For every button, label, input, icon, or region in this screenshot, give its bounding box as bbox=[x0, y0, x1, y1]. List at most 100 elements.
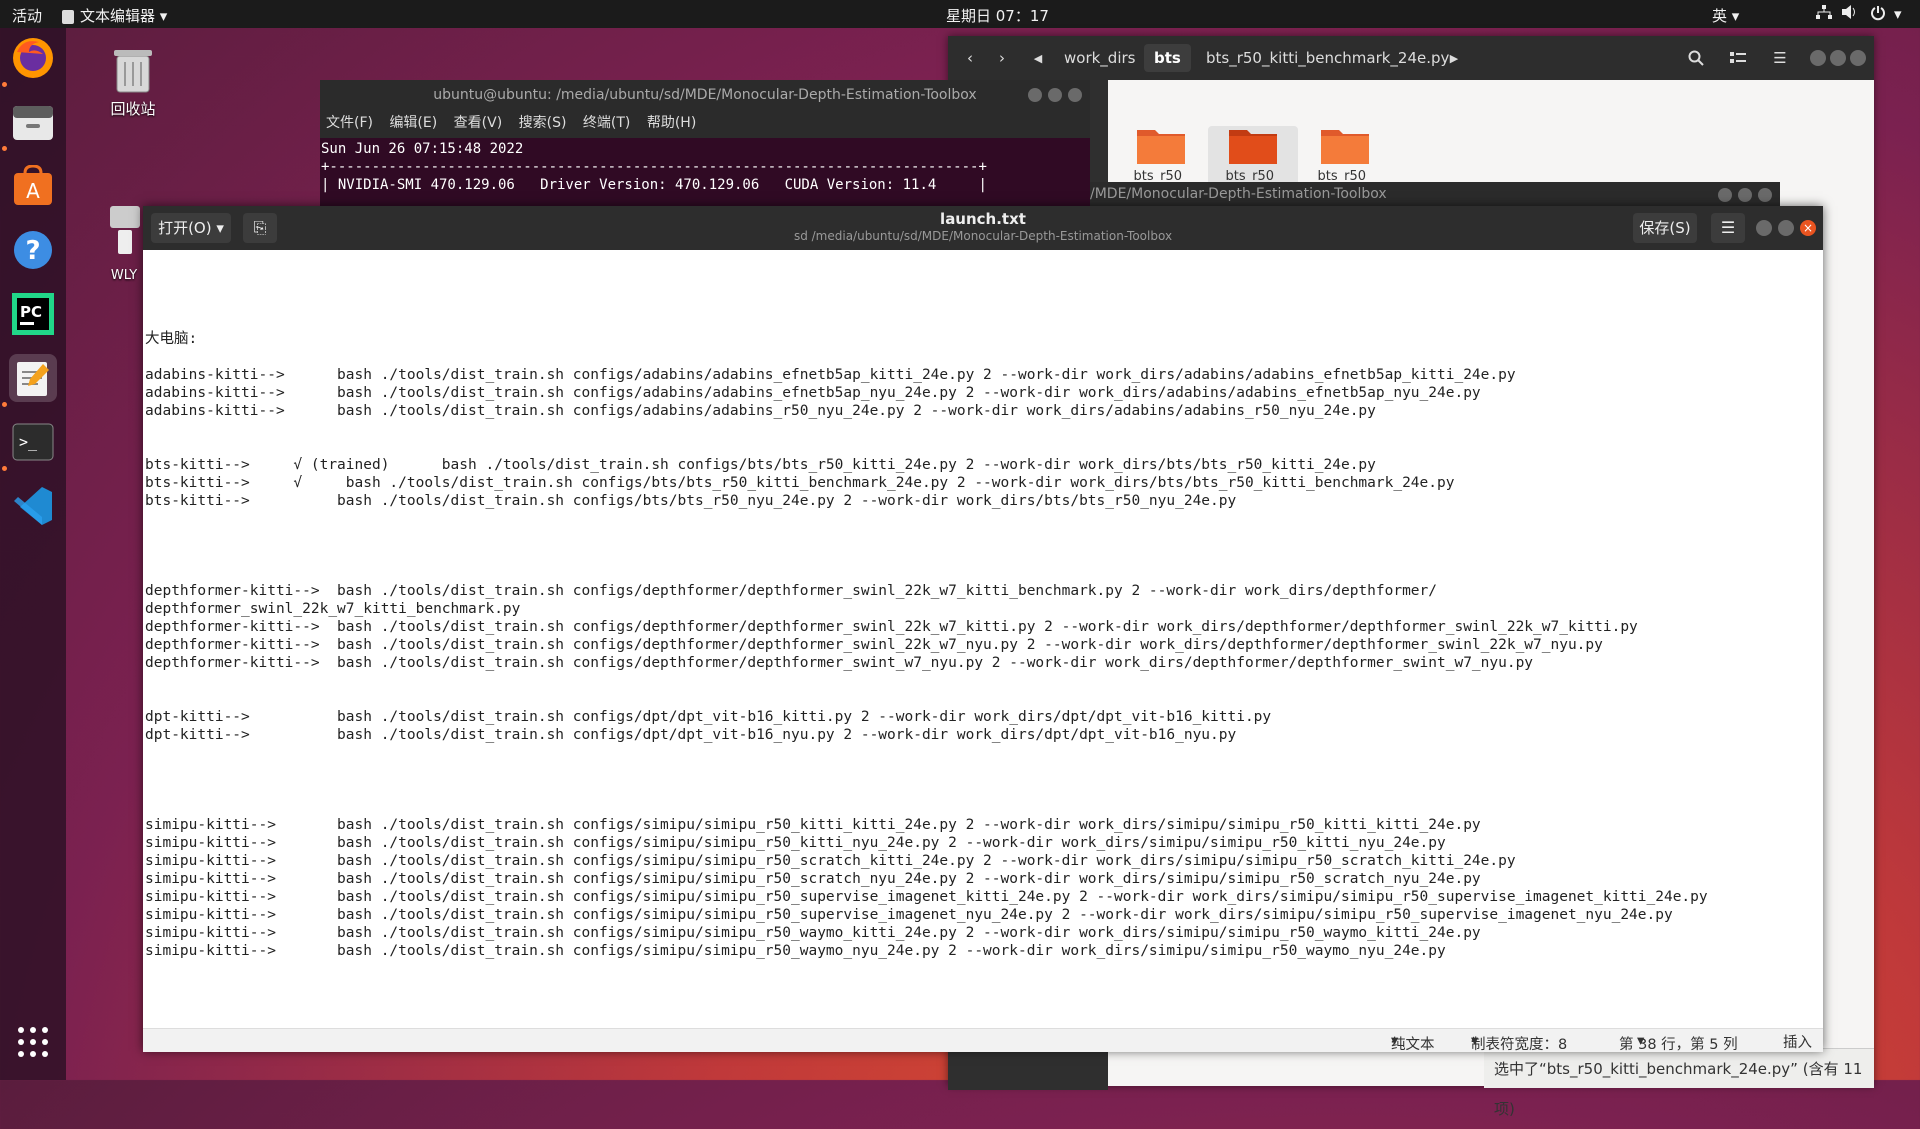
power-icon[interactable] bbox=[1870, 5, 1886, 25]
maximize-button[interactable] bbox=[1830, 50, 1846, 66]
text-editor-content[interactable]: 大电脑: adabins-kitti--> bash ./tools/dist_t… bbox=[145, 250, 1821, 1028]
breadcrumb-scroll-right[interactable]: ▶ bbox=[1446, 44, 1462, 72]
app-menu[interactable]: 文本编辑器 ▾ bbox=[62, 5, 167, 26]
desktop-usb-drive[interactable]: WLY bbox=[104, 204, 144, 283]
menu-edit[interactable]: 编辑(E) bbox=[389, 115, 437, 131]
editor-line: bts-kitti--> √ bash ./tools/dist_train.s… bbox=[145, 475, 1455, 491]
selection-status: 选中了“bts_r50_kitti_benchmark_24e.py” (含有 … bbox=[1484, 1048, 1874, 1118]
editor-line: bts-kitti--> bash ./tools/dist_train.sh … bbox=[145, 493, 1237, 509]
editor-line: simipu-kitti--> bash ./tools/dist_train.… bbox=[145, 853, 1516, 869]
editor-line: adabins-kitti--> bash ./tools/dist_train… bbox=[145, 385, 1481, 401]
editor-line: simipu-kitti--> bash ./tools/dist_train.… bbox=[145, 835, 1446, 851]
minimize-button[interactable] bbox=[1756, 220, 1772, 236]
breadcrumb-scroll-left[interactable]: ◀ bbox=[1030, 44, 1046, 72]
text-editor-icon[interactable] bbox=[9, 354, 57, 402]
terminal-output[interactable]: Sun Jun 26 07:15:48 2022 +---------------… bbox=[321, 140, 987, 194]
svg-text:>_: >_ bbox=[19, 433, 38, 451]
menu-file[interactable]: 文件(F) bbox=[326, 115, 373, 131]
back-button[interactable]: ‹ bbox=[958, 44, 982, 72]
files-icon[interactable] bbox=[9, 98, 57, 146]
editor-line: 大电脑: bbox=[145, 331, 198, 347]
document-path: sd /media/ubuntu/sd/MDE/Monocular-Depth-… bbox=[793, 229, 1173, 243]
minimize-button[interactable] bbox=[1810, 50, 1826, 66]
save-button[interactable]: 保存(S) bbox=[1633, 213, 1697, 243]
close-button[interactable]: × bbox=[1800, 220, 1816, 236]
maximize-button[interactable] bbox=[1778, 220, 1794, 236]
chevron-down-icon: ▾ bbox=[1637, 1033, 1645, 1049]
chevron-down-icon: ▾ bbox=[159, 7, 168, 25]
editor-line: depthformer-kitti--> bash ./tools/dist_t… bbox=[145, 583, 1438, 599]
view-options-button[interactable] bbox=[1722, 44, 1754, 72]
text-editor-small-icon bbox=[62, 9, 74, 24]
file-manager-headerbar: ‹ › ◀ work_dirs bts bts_r50_kitti_benchm… bbox=[948, 36, 1874, 80]
editor-line: dpt-kitti--> bash ./tools/dist_train.sh … bbox=[145, 709, 1272, 725]
software-icon[interactable]: A bbox=[9, 162, 57, 210]
forward-button[interactable]: › bbox=[990, 44, 1014, 72]
maximize-button[interactable] bbox=[1738, 188, 1752, 202]
triangle-left-icon: ◀ bbox=[1033, 51, 1043, 65]
editor-line: simipu-kitti--> bash ./tools/dist_train.… bbox=[145, 889, 1708, 905]
menu-view[interactable]: 查看(V) bbox=[454, 115, 503, 131]
vscode-icon[interactable] bbox=[9, 482, 57, 530]
close-icon: × bbox=[1802, 221, 1814, 235]
running-indicator bbox=[2, 146, 7, 151]
list-view-icon bbox=[1730, 52, 1746, 63]
show-applications-icon[interactable] bbox=[9, 1018, 57, 1066]
breadcrumb-current-folder[interactable]: bts_r50_kitti_benchmark_24e.py bbox=[1196, 44, 1459, 72]
chevron-down-icon: ▾ bbox=[1731, 7, 1740, 25]
terminal-line: Sun Jun 26 07:15:48 2022 bbox=[321, 141, 524, 157]
search-icon bbox=[1688, 50, 1704, 66]
search-button[interactable] bbox=[1682, 44, 1710, 72]
clock[interactable]: 星期日 07：17 bbox=[946, 5, 1049, 26]
network-icon[interactable] bbox=[1816, 5, 1832, 23]
terminal-icon[interactable]: >_ bbox=[9, 418, 57, 466]
editor-line: depthformer-kitti--> bash ./tools/dist_t… bbox=[145, 619, 1638, 635]
volume-icon[interactable] bbox=[1842, 5, 1858, 23]
input-method-indicator[interactable]: 英 ▾ bbox=[1712, 5, 1739, 26]
insert-mode-indicator[interactable]: 插入 bbox=[1783, 1031, 1812, 1052]
close-button[interactable] bbox=[1068, 88, 1082, 102]
app-menu-label: 文本编辑器 bbox=[80, 7, 156, 25]
menu-button[interactable]: ☰ bbox=[1711, 213, 1745, 243]
breadcrumb-bts[interactable]: bts bbox=[1144, 44, 1191, 72]
trash-icon bbox=[114, 50, 152, 93]
maximize-button[interactable] bbox=[1048, 88, 1062, 102]
top-bar: 活动 文本编辑器 ▾ 星期日 07：17 英 ▾ ▾ bbox=[0, 0, 1920, 28]
svg-text:?: ? bbox=[25, 236, 40, 266]
activities-button[interactable]: 活动 bbox=[12, 5, 42, 26]
chevron-down-icon[interactable]: ▾ bbox=[1894, 5, 1902, 23]
triangle-right-icon: ▶ bbox=[1449, 51, 1459, 65]
close-button[interactable] bbox=[1850, 50, 1866, 66]
running-indicator bbox=[2, 466, 7, 471]
folder-icon bbox=[1229, 126, 1277, 164]
chevron-down-icon: ▾ bbox=[1471, 1033, 1479, 1049]
editor-line: simipu-kitti--> bash ./tools/dist_train.… bbox=[145, 907, 1673, 923]
minimize-button[interactable] bbox=[1718, 188, 1732, 202]
menu-search[interactable]: 搜索(S) bbox=[519, 115, 567, 131]
terminal-titlebar: ubuntu@ubuntu: /media/ubuntu/sd/MDE/Mono… bbox=[320, 80, 1090, 112]
menu-terminal[interactable]: 终端(T) bbox=[583, 115, 630, 131]
desktop-trash[interactable]: 回收站 bbox=[100, 44, 166, 119]
editor-line: simipu-kitti--> bash ./tools/dist_train.… bbox=[145, 943, 1446, 959]
help-icon[interactable]: ? bbox=[9, 226, 57, 274]
menu-button[interactable]: ☰ bbox=[1764, 44, 1796, 72]
folder-icon bbox=[1137, 126, 1185, 164]
folder-icon bbox=[1321, 126, 1369, 164]
usb-drive-label: WLY bbox=[110, 268, 138, 283]
chevron-down-icon: ▾ bbox=[1391, 1033, 1399, 1049]
editor-line: adabins-kitti--> bash ./tools/dist_train… bbox=[145, 367, 1516, 383]
chevron-right-icon: › bbox=[999, 49, 1005, 67]
close-button[interactable] bbox=[1758, 188, 1772, 202]
usb-drive-icon bbox=[110, 206, 140, 254]
firefox-icon[interactable] bbox=[9, 34, 57, 82]
running-indicator bbox=[2, 402, 7, 407]
dock: A ? PC >_ bbox=[0, 28, 66, 1080]
menu-help[interactable]: 帮助(H) bbox=[647, 115, 696, 131]
document-title: launch.txt bbox=[940, 210, 1026, 228]
editor-line: depthformer-kitti--> bash ./tools/dist_t… bbox=[145, 655, 1534, 671]
minimize-button[interactable] bbox=[1028, 88, 1042, 102]
pycharm-icon[interactable]: PC bbox=[9, 290, 57, 338]
breadcrumb-work-dirs[interactable]: work_dirs bbox=[1054, 44, 1145, 72]
editor-line: simipu-kitti--> bash ./tools/dist_train.… bbox=[145, 817, 1481, 833]
editor-line: adabins-kitti--> bash ./tools/dist_train… bbox=[145, 403, 1376, 419]
